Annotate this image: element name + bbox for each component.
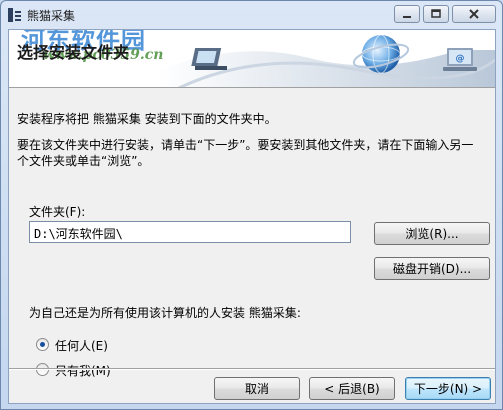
installer-window: 熊猫采集 @ 河东软件园 www.pc0359.cn 选择安装文件夹 安装程序将… (0, 0, 503, 410)
footer-buttons: 取消 < 后退(B) 下一步(N) > (9, 370, 495, 404)
minimize-icon (403, 16, 411, 18)
radio-everyone[interactable] (36, 338, 49, 351)
page-title: 选择安装文件夹 (17, 43, 130, 62)
intro-text: 安装程序将把 熊猫采集 安装到下面的文件夹中。 (17, 112, 277, 126)
close-button[interactable] (452, 5, 496, 23)
title-bar[interactable]: 熊猫采集 (1, 1, 502, 29)
maximize-button[interactable] (423, 5, 449, 23)
minimize-button[interactable] (394, 5, 420, 23)
folder-label: 文件夹(F): (29, 205, 86, 219)
svg-text:@: @ (456, 54, 465, 64)
disk-cost-button[interactable]: 磁盘开销(D)... (374, 257, 490, 280)
instruction-line-1: 要在该文件夹中进行安装，请单击“下一步”。要安装到其他文件夹，请在下面输入另一 (17, 138, 474, 152)
app-icon (7, 6, 23, 24)
folder-path-input[interactable]: D:\河东软件园\ (29, 221, 351, 243)
window-title: 熊猫采集 (27, 9, 76, 23)
banner-graphic: @ (159, 34, 495, 87)
caption-buttons (394, 5, 496, 23)
back-button[interactable]: < 后退(B) (309, 377, 395, 400)
client-area: @ 河东软件园 www.pc0359.cn 选择安装文件夹 安装程序将把 熊猫采… (8, 29, 496, 404)
radio-everyone-label[interactable]: 任何人(E) (55, 337, 108, 354)
next-button[interactable]: 下一步(N) > (405, 377, 491, 400)
browse-button[interactable]: 浏览(R)... (374, 222, 490, 245)
close-icon (469, 9, 479, 19)
install-for-question: 为自己还是为所有使用该计算机的人安装 熊猫采集: (29, 306, 301, 320)
header-banner: @ 河东软件园 www.pc0359.cn 选择安装文件夹 (9, 30, 495, 88)
cancel-button[interactable]: 取消 (214, 377, 300, 400)
content-area: 安装程序将把 熊猫采集 安装到下面的文件夹中。 要在该文件夹中进行安装，请单击“… (9, 88, 495, 378)
maximize-icon (431, 9, 441, 18)
instruction-line-2: 个文件夹或单击“浏览”。 (17, 154, 150, 168)
